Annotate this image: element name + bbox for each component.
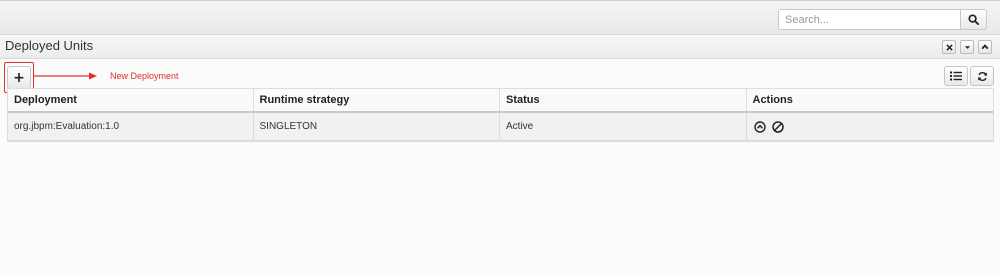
column-header-deployment[interactable]: Deployment xyxy=(8,89,254,111)
panel-title: Deployed Units xyxy=(5,38,94,53)
close-icon xyxy=(945,43,953,51)
column-picker-button[interactable] xyxy=(944,66,968,86)
status-cell: Active xyxy=(500,113,747,140)
column-header-actions[interactable]: Actions xyxy=(747,89,994,111)
runtime-strategy-cell: SINGLETON xyxy=(254,113,500,140)
maximize-icon xyxy=(981,44,989,50)
collapse-panel-button[interactable] xyxy=(960,40,974,54)
search-input[interactable] xyxy=(778,9,961,30)
close-panel-button[interactable] xyxy=(942,40,956,54)
column-header-runtime-strategy[interactable]: Runtime strategy xyxy=(254,89,500,111)
panel-header: Deployed Units xyxy=(0,35,1000,59)
column-header-status[interactable]: Status xyxy=(500,89,747,111)
deployment-cell: org.jbpm:Evaluation:1.0 xyxy=(8,113,254,140)
callout-label: New Deployment xyxy=(110,71,179,81)
list-icon xyxy=(950,71,962,81)
table-row[interactable]: org.jbpm:Evaluation:1.0 SINGLETON Active xyxy=(8,113,993,141)
collapse-icon xyxy=(964,45,970,49)
undeploy-icon[interactable] xyxy=(753,120,767,134)
search-icon xyxy=(968,14,979,25)
maximize-panel-button[interactable] xyxy=(978,40,992,54)
top-bar xyxy=(0,0,1000,35)
refresh-button[interactable] xyxy=(970,66,994,86)
panel-content: + New Deployment Deployment Runtime stra… xyxy=(0,59,1000,276)
refresh-icon xyxy=(977,71,987,81)
actions-cell xyxy=(747,113,994,140)
deployments-table: Deployment Runtime strategy Status Actio… xyxy=(7,88,994,142)
table-header: Deployment Runtime strategy Status Actio… xyxy=(8,89,993,113)
deactivate-icon[interactable] xyxy=(771,120,785,134)
new-deployment-button[interactable]: + xyxy=(7,66,31,89)
search-button[interactable] xyxy=(960,9,987,30)
callout-arrow xyxy=(33,72,97,80)
